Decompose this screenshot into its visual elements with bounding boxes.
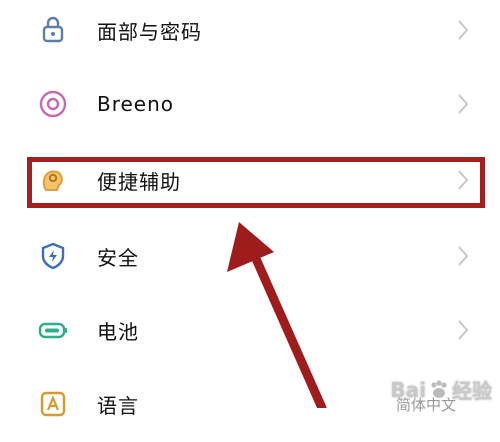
shield-icon [37, 240, 69, 272]
breeno-icon [37, 88, 69, 120]
settings-item-label: 电池 [97, 319, 139, 344]
baidu-watermark: Bai 经验 [390, 375, 492, 404]
watermark-text-left: Bai [390, 377, 426, 402]
assist-hand-icon [37, 164, 69, 196]
settings-item-battery[interactable]: 电池 [0, 292, 500, 368]
battery-icon [37, 314, 69, 346]
lock-icon [37, 14, 69, 46]
settings-item-label: 便捷辅助 [97, 169, 181, 194]
settings-item-convenience-assist[interactable]: 便捷辅助 [0, 142, 500, 218]
settings-list: 面部与密码 Breeno 便捷辅助 安全 电池 语言 简体中文 [0, 0, 500, 418]
language-icon [37, 388, 69, 420]
settings-item-breeno[interactable]: Breeno [0, 66, 500, 142]
settings-item-face-password[interactable]: 面部与密码 [0, 0, 500, 68]
chevron-right-icon [456, 168, 470, 192]
paw-icon [431, 379, 447, 398]
chevron-right-icon [456, 318, 470, 342]
chevron-right-icon [456, 18, 470, 42]
settings-item-security[interactable]: 安全 [0, 218, 500, 294]
watermark-text-right: 经验 [452, 379, 492, 403]
settings-item-label: 安全 [97, 245, 139, 270]
chevron-right-icon [456, 244, 470, 268]
chevron-right-icon [456, 92, 470, 116]
settings-item-label: 语言 [97, 393, 139, 418]
settings-item-label: 面部与密码 [97, 19, 202, 44]
settings-item-label: Breeno [97, 92, 175, 116]
